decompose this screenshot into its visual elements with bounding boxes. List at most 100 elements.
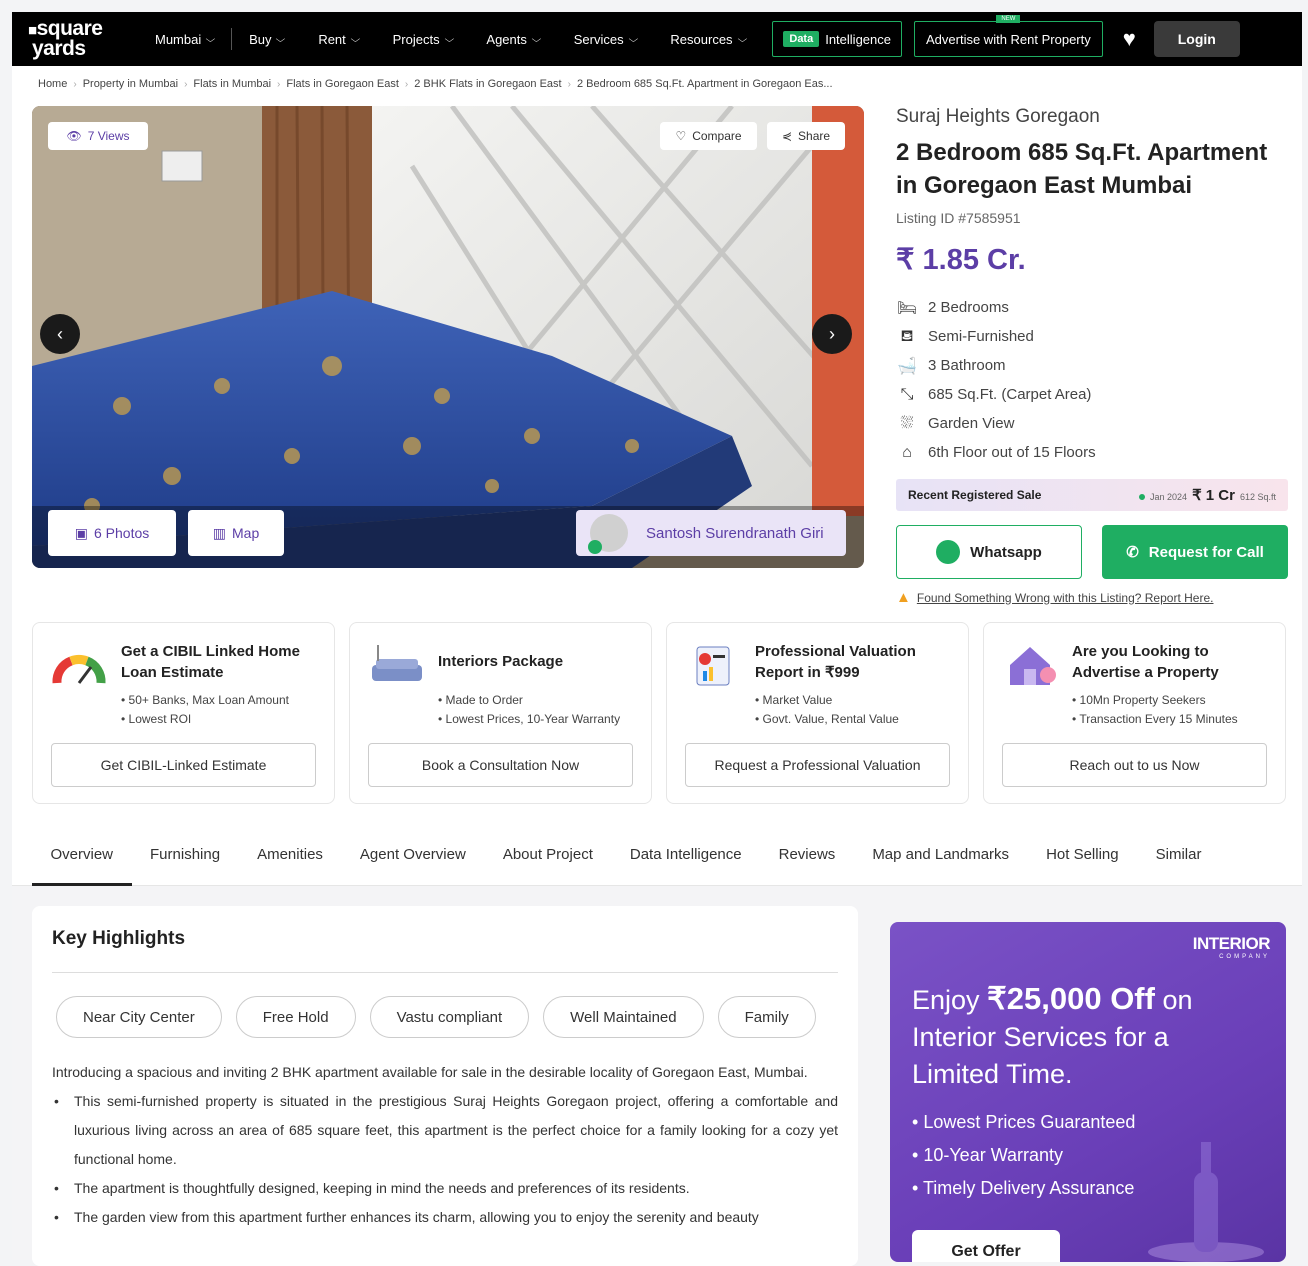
main-nav: Mumbai ⌵ Buy ⌵ Rent ⌵ Projects ⌵ Agents ⌵ Ser… [138,12,762,66]
breadcrumb-item[interactable]: 2 BHK Flats in Goregaon East [414,78,561,90]
nav-resources[interactable]: Resources ⌵ [653,32,762,47]
key-highlights-card: Key Highlights Near City Center Free Hol… [32,906,858,1266]
garden-icon: ⛆ [900,414,914,432]
request-call-button[interactable]: ✆ Request for Call [1102,525,1288,579]
tab-reviews[interactable]: Reviews [760,824,854,886]
eye-icon: 👁 [66,129,82,143]
share-icon: ⋞ [781,129,793,143]
description-point: The garden view from this apartment furt… [52,1203,838,1232]
breadcrumb: Home › Property in Mumbai › Flats in Mumba… [38,78,833,90]
photo-gallery[interactable]: 👁 7 Views ♡ Compare ⋞ Share ‹ › ▣ 6 Photos ▥… [32,106,864,568]
nav-buy[interactable]: Buy ⌵ [232,32,301,47]
highlight-chip: Well Maintained [543,996,704,1038]
tab-furnishing[interactable]: Furnishing [132,824,239,886]
photo-icon: ▣ [74,524,88,541]
chevron-down-icon: ⌵ [531,33,542,44]
feature-furnishing: ⛾ Semi-Furnished [896,322,1288,351]
chevron-down-icon: ⌵ [276,33,286,44]
photos-button[interactable]: ▣ 6 Photos [48,510,176,556]
sofa-icon: ⛾ [900,327,914,345]
house-icon [1010,647,1056,685]
city-selector[interactable]: Mumbai ⌵ [138,32,231,47]
chevron-down-icon: ⌵ [737,33,747,44]
tab-overview[interactable]: Overview [32,824,132,886]
nav-agents[interactable]: Agents ⌵ [469,32,556,47]
top-navbar: ■square yards Mumbai ⌵ Buy ⌵ Rent ⌵ Project… [12,12,1302,66]
chevron-down-icon: ⌵ [350,33,360,44]
report-icon [696,646,730,686]
property-photo [32,106,864,568]
project-name[interactable]: Suraj Heights Goregaon [896,106,1288,128]
prev-arrow-icon[interactable]: ‹ [40,314,80,354]
get-offer-button[interactable]: Get Offer [912,1230,1060,1262]
cibil-estimate-button[interactable]: Get CIBIL-Linked Estimate [51,743,316,787]
sofa-lamp-icon [372,645,422,681]
breadcrumb-item[interactable]: Flats in Mumbai [193,78,271,90]
nav-projects[interactable]: Projects ⌵ [376,32,470,47]
page-content: Home › Property in Mumbai › Flats in Mumba… [12,66,1302,1266]
whatsapp-icon [588,540,602,554]
service-card-cibil: Get a CIBIL Linked Home Loan Estimate 50… [32,622,335,804]
heart-outline-icon: ♡ [675,129,687,143]
section-tabs: Overview Furnishing Amenities Agent Over… [12,824,1302,886]
bathtub-icon: 🛁 [897,357,917,375]
description-point: The apartment is thoughtfully designed, … [52,1174,838,1203]
chevron-down-icon: ⌵ [628,33,638,44]
service-card-valuation: Professional Valuation Report in ₹999 Ma… [666,622,969,804]
status-dot [1139,494,1146,500]
highlight-chip: Family [717,996,816,1038]
tab-data-intelligence[interactable]: Data Intelligence [611,824,760,886]
tab-similar[interactable]: Similar [1137,824,1220,886]
share-button[interactable]: ⋞ Share [767,122,845,150]
feature-view: ⛆ Garden View [896,409,1288,438]
logo[interactable]: ■square yards [28,18,138,59]
service-card-interiors: Interiors Package Made to OrderLowest Pr… [349,622,652,804]
overview-section: Key Highlights Near City Center Free Hol… [12,886,1302,1266]
new-badge: NEW [996,15,1021,23]
feature-area: ⤡ 685 Sq.Ft. (Carpet Area) [896,380,1288,409]
listing-title: 2 Bedroom 685 Sq.Ft. Apartment in Gorega… [896,139,1268,199]
report-link[interactable]: ▲ Found Something Wrong with this Listin… [896,589,1288,606]
highlight-chip: Vastu compliant [369,996,530,1038]
feature-list: 🛏 2 Bedrooms ⛾ Semi-Furnished 🛁 3 Bathroom … [896,293,1288,467]
map-icon: ▥ [212,524,226,541]
data-intelligence-button[interactable]: Data Intelligence [772,21,902,57]
section-title: Key Highlights [52,928,186,949]
agent-card[interactable]: Santosh Surendranath Giri [576,510,846,556]
interior-promo-banner[interactable]: INTERIOR COMPANY Enjoy ₹25,000 Off on Int… [890,922,1286,1262]
nav-rent[interactable]: Rent ⌵ [301,32,375,47]
highlight-chip: Near City Center [56,996,222,1038]
highlight-chip: Free Hold [235,996,356,1038]
breadcrumb-current: 2 Bedroom 685 Sq.Ft. Apartment in Gorega… [576,78,833,90]
heart-icon[interactable]: ♥ [1123,26,1136,52]
bed-icon: 🛏 [896,299,918,317]
divider [52,972,838,973]
whatsapp-button[interactable]: Whatsapp [896,525,1082,579]
request-valuation-button[interactable]: Request a Professional Valuation [685,743,950,787]
feature-floor: ⌂ 6th Floor out of 15 Floors [896,438,1288,467]
breadcrumb-item[interactable]: Flats in Goregaon East [286,78,399,90]
tab-hot-selling[interactable]: Hot Selling [1028,824,1138,886]
nav-services[interactable]: Services ⌵ [557,32,654,47]
map-button[interactable]: ▥ Map [188,510,284,556]
next-arrow-icon[interactable]: › [812,314,852,354]
breadcrumb-item[interactable]: Property in Mumbai [83,78,178,90]
listing-id: Listing ID #7585951 [896,210,1021,226]
login-button[interactable]: Login [1153,21,1240,57]
price: ₹ 1.85 Cr. [896,244,1026,276]
recent-sale-bar[interactable]: Recent Registered Sale Jan 2024 ₹ 1 Cr 6… [896,479,1288,511]
compare-button[interactable]: ♡ Compare [660,122,757,150]
feature-bathroom: 🛁 3 Bathroom [897,357,1006,375]
tab-agent-overview[interactable]: Agent Overview [341,824,484,886]
service-cards: Get a CIBIL Linked Home Loan Estimate 50… [32,622,1288,804]
advertise-button[interactable]: NEW Advertise with Rent Property [914,15,1103,57]
reach-out-button[interactable]: Reach out to us Now [1002,743,1267,787]
book-consultation-button[interactable]: Book a Consultation Now [368,743,633,787]
tab-amenities[interactable]: Amenities [239,824,342,886]
tab-about-project[interactable]: About Project [484,824,611,886]
breadcrumb-item[interactable]: Home [38,78,67,90]
description-point: This semi-furnished property is situated… [52,1087,838,1174]
interior-company-logo: INTERIOR COMPANY [1192,934,1271,960]
description: Introducing a spacious and inviting 2 BH… [52,1058,838,1232]
tab-map-landmarks[interactable]: Map and Landmarks [854,824,1028,886]
